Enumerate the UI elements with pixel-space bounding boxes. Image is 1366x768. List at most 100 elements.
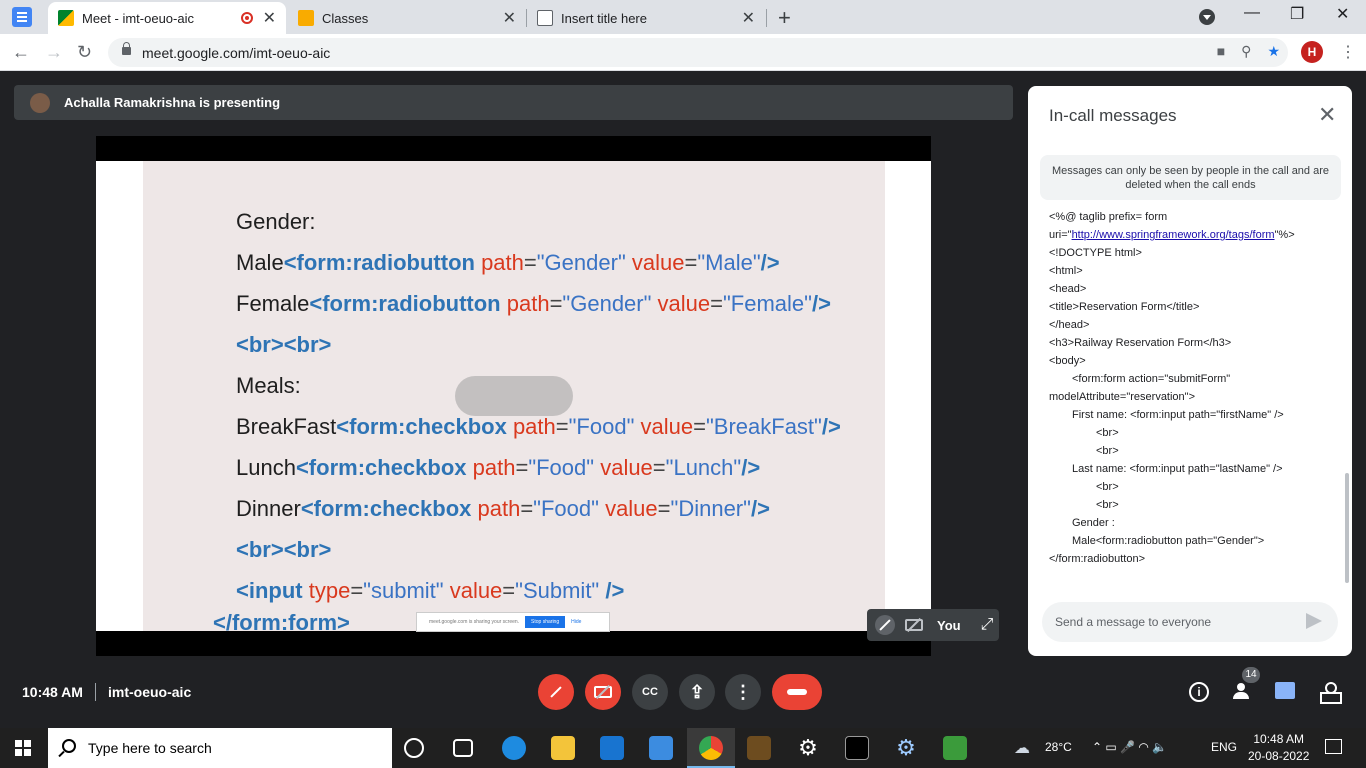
code-token: Male — [236, 250, 284, 275]
code-token: = — [520, 496, 534, 521]
cortana-icon[interactable] — [404, 738, 424, 758]
apps-icon[interactable] — [12, 7, 32, 27]
slide-code-line: Lunch<form:checkbox path="Food" value="L… — [236, 447, 841, 488]
stop-sharing-button[interactable]: Stop sharing — [525, 616, 566, 628]
chrome-icon[interactable] — [699, 736, 723, 760]
tab-classes[interactable]: Classes ✕ — [288, 2, 526, 34]
chat-message-line: <body> — [1049, 352, 1339, 370]
chat-message-text: </head> — [1049, 319, 1090, 331]
url-text[interactable]: meet.google.com/imt-oeuo-aic — [142, 45, 330, 61]
back-button[interactable]: ← — [12, 42, 30, 63]
code-token: value — [449, 578, 503, 603]
tab-search-icon[interactable] — [1199, 9, 1215, 25]
chat-message-line: <br> — [1049, 496, 1339, 514]
send-icon[interactable] — [1306, 613, 1322, 629]
more-options-button[interactable]: ⋮ — [725, 674, 761, 710]
lock-icon[interactable] — [122, 42, 131, 55]
reload-button[interactable]: ↻ — [77, 42, 92, 63]
camera-icon[interactable]: ■ — [1217, 43, 1225, 60]
chat-close-icon[interactable]: ✕ — [1318, 102, 1336, 128]
minimize-button[interactable]: — — [1244, 4, 1260, 22]
weather-temperature[interactable]: 28°C — [1045, 740, 1072, 754]
mail-icon[interactable] — [649, 736, 673, 760]
code-token: value — [600, 455, 653, 480]
code-token: = — [684, 250, 698, 275]
meeting-details-icon[interactable]: i — [1189, 682, 1209, 702]
taskbar-search-box[interactable]: Type here to search — [48, 728, 392, 768]
chat-message-line: uri="http://www.springframework.org/tags… — [1049, 226, 1339, 244]
code-token: <form:checkbox — [295, 455, 473, 480]
chat-message-text: Male<form:radiobutton path="Gender"> — [1072, 535, 1265, 547]
code-token: <form:radiobutton — [309, 291, 507, 316]
profile-avatar[interactable]: H — [1301, 41, 1323, 63]
mic-toggle-button[interactable] — [538, 674, 574, 710]
tab-meet[interactable]: Meet - imt-oeuo-aic ✕ — [48, 2, 286, 34]
code-token: "submit" — [363, 578, 450, 603]
code-token: "Male" — [697, 250, 761, 275]
tab-close-icon[interactable]: ✕ — [503, 8, 516, 28]
chat-message-line: <br> — [1049, 478, 1339, 496]
bookmark-star-icon[interactable]: ★ — [1267, 43, 1280, 60]
chat-message-line: Gender : — [1049, 514, 1339, 532]
system-tray-icons[interactable]: ⌃ ▭ 🎤 ◠ 🔈 — [1092, 740, 1167, 754]
notifications-icon[interactable] — [1325, 739, 1342, 754]
weather-icon[interactable]: ☁ — [1014, 738, 1030, 758]
taskbar-clock[interactable]: 10:48 AM 20-08-2022 — [1248, 731, 1309, 765]
terminal-icon[interactable] — [845, 736, 869, 760]
tab-close-icon[interactable]: ✕ — [742, 8, 755, 28]
code-token: "Lunch" — [665, 455, 742, 480]
meet-stage: Achalla Ramakrishna is presenting Gender… — [0, 71, 1366, 728]
code-token: "Female" — [723, 291, 812, 316]
address-bar[interactable]: meet.google.com/imt-oeuo-aic ■ ⚲ ★ — [108, 38, 1288, 67]
file-explorer-icon[interactable] — [551, 736, 575, 760]
chat-message-input[interactable]: Send a message to everyone — [1042, 602, 1338, 642]
code-token: Female — [236, 291, 310, 316]
app-icon[interactable] — [747, 736, 771, 760]
hide-notice-button[interactable]: Hide — [571, 619, 581, 625]
leave-call-button[interactable] — [772, 674, 822, 710]
chat-input-placeholder: Send a message to everyone — [1055, 615, 1212, 629]
expand-icon[interactable]: ⤢ — [981, 616, 994, 634]
tab-close-icon[interactable]: ✕ — [263, 8, 276, 28]
self-view-tile[interactable]: You ⤢ — [867, 609, 999, 641]
presenter-label: Achalla Ramakrishna is presenting — [64, 95, 281, 110]
restore-button[interactable]: ❐ — [1290, 4, 1304, 24]
new-tab-button[interactable]: + — [778, 5, 791, 31]
notepad-icon[interactable] — [943, 736, 967, 760]
camera-toggle-button[interactable] — [585, 674, 621, 710]
task-view-icon[interactable] — [453, 739, 473, 757]
captions-button[interactable]: CC — [632, 674, 668, 710]
chat-notice: Messages can only be seen by people in t… — [1040, 155, 1341, 200]
chat-message-link[interactable]: http://www.springframework.org/tags/form — [1072, 229, 1275, 241]
activities-icon[interactable] — [1320, 682, 1342, 704]
tab-insert-title[interactable]: Insert title here ✕ — [527, 2, 765, 34]
forward-button[interactable]: → — [45, 42, 63, 63]
presenter-avatar — [30, 92, 50, 113]
chat-messages: <%@ taglib prefix= form uri="http://www.s… — [1049, 208, 1339, 573]
people-icon[interactable] — [1231, 683, 1251, 699]
chat-icon[interactable] — [1275, 682, 1295, 699]
present-button[interactable]: ⇪ — [679, 674, 715, 710]
browser-menu-icon[interactable]: ⋮ — [1340, 42, 1356, 62]
settings-gear-icon[interactable]: ⚙ — [894, 736, 918, 760]
chat-message-text: uri=" — [1049, 229, 1072, 241]
windows-start-icon[interactable] — [15, 740, 31, 756]
code-token: = — [693, 414, 706, 439]
code-token: /> — [811, 291, 831, 316]
chat-message-text: Last name: <form:input path="lastName" /… — [1072, 463, 1283, 475]
presenter-controls-overlay[interactable] — [455, 376, 573, 416]
settings-icon[interactable]: ⚙ — [796, 736, 820, 760]
language-indicator[interactable]: ENG — [1211, 740, 1237, 754]
code-token: "Food" — [528, 455, 601, 480]
chat-message-line: </head> — [1049, 316, 1339, 334]
edge-icon[interactable] — [502, 736, 526, 760]
window-close-button[interactable]: ✕ — [1336, 4, 1349, 24]
chat-message-text: <br> — [1096, 499, 1119, 511]
code-token: = — [555, 414, 569, 439]
chat-message-text: <html> — [1049, 265, 1083, 277]
chat-scrollbar[interactable] — [1345, 473, 1349, 583]
store-icon[interactable] — [600, 736, 624, 760]
presenter-bar: Achalla Ramakrishna is presenting — [14, 85, 1013, 120]
zoom-icon[interactable]: ⚲ — [1241, 43, 1251, 60]
code-token: = — [652, 455, 666, 480]
